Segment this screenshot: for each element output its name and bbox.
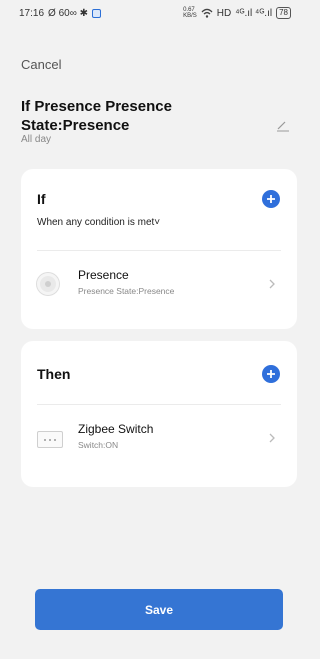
action-row[interactable]: Zigbee Switch Switch:ON	[21, 419, 297, 459]
status-left-icons: Ø 60∞ ✱	[48, 7, 88, 19]
then-card: Then Zigbee Switch Switch:ON	[21, 341, 297, 487]
if-title: If	[37, 191, 46, 207]
hd-indicator: HD	[216, 7, 232, 19]
page-title: If Presence Presence State:Presence	[21, 98, 172, 134]
add-condition-button[interactable]	[262, 190, 280, 208]
signal-indicator: ⁴ᴳ.ıl ⁴ᴳ.ıl	[235, 7, 273, 19]
chevron-right-icon	[269, 279, 275, 289]
wifi-icon	[201, 8, 213, 18]
edit-icon[interactable]	[276, 118, 290, 132]
switch-device-icon	[37, 431, 63, 448]
cancel-button[interactable]: Cancel	[21, 57, 61, 72]
condition-device-name: Presence	[78, 268, 129, 282]
plus-icon	[267, 195, 275, 203]
if-card: If When any condition is met˅ Presence P…	[21, 169, 297, 329]
add-action-button[interactable]	[262, 365, 280, 383]
action-device-state: Switch:ON	[78, 440, 119, 450]
status-right: 0.67 KB/S HD ⁴ᴳ.ıl ⁴ᴳ.ıl 78	[183, 7, 291, 19]
then-title: Then	[37, 366, 71, 382]
chevron-right-icon	[269, 433, 275, 443]
battery-icon: 78	[276, 7, 291, 19]
presence-sensor-icon	[37, 273, 59, 295]
net-speed-unit: KB/S	[183, 13, 197, 19]
save-button[interactable]: Save	[35, 589, 283, 630]
condition-device-state: Presence State:Presence	[78, 286, 175, 296]
status-time: 17:16	[19, 7, 45, 19]
app-notification-icon	[92, 8, 101, 18]
divider	[37, 404, 281, 405]
condition-row[interactable]: Presence Presence State:Presence	[21, 265, 297, 305]
status-bar: 17:16 Ø 60∞ ✱ 0.67 KB/S HD ⁴ᴳ.ıl ⁴ᴳ.ıl 7…	[0, 0, 303, 26]
condition-mode-dropdown[interactable]: When any condition is met˅	[37, 217, 160, 228]
status-left: 17:16 Ø 60∞ ✱	[19, 8, 101, 19]
divider	[37, 250, 281, 251]
schedule-subtitle: All day	[21, 134, 52, 145]
net-speed: 0.67 KB/S	[183, 7, 197, 19]
action-device-name: Zigbee Switch	[78, 422, 154, 436]
plus-icon	[267, 370, 275, 378]
